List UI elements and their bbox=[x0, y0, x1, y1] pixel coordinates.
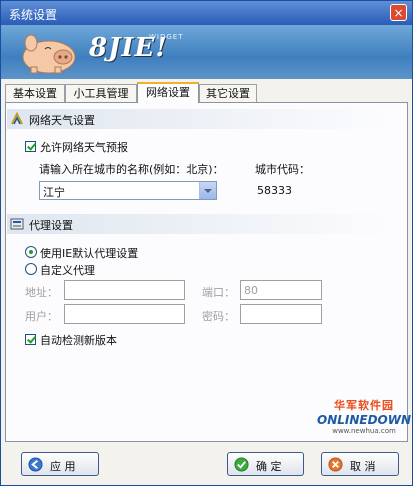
pig-logo-icon bbox=[22, 34, 76, 74]
title-bar[interactable]: 系统设置 × bbox=[1, 1, 412, 25]
cancel-label: 取 消 bbox=[350, 460, 376, 473]
city-prompt-label: 请输入所在城市的名称(例如：北京)： bbox=[39, 163, 224, 176]
password-input[interactable] bbox=[240, 304, 322, 324]
use-ie-proxy-radio[interactable] bbox=[25, 246, 37, 258]
cancel-button[interactable]: 取 消 bbox=[321, 452, 399, 476]
custom-proxy-label[interactable]: 自定义代理 bbox=[40, 262, 95, 278]
tab-widgets[interactable]: 小工具管理 bbox=[65, 84, 137, 102]
city-select[interactable]: 江宁 bbox=[39, 181, 217, 200]
watermark: 华军软件园 ONLINEDOWN www.newhua.com bbox=[317, 397, 411, 435]
checkmark-icon bbox=[234, 457, 249, 472]
user-label: 用户： bbox=[25, 310, 58, 323]
weather-settings-icon bbox=[11, 112, 23, 125]
ok-label: 确 定 bbox=[256, 460, 282, 473]
allow-weather-label[interactable]: 允许网络天气预报 bbox=[40, 139, 128, 155]
proxy-section-title: 代理设置 bbox=[29, 219, 73, 232]
proxy-settings-icon bbox=[10, 218, 24, 230]
apply-button[interactable]: 应 用 bbox=[21, 452, 99, 476]
close-button[interactable]: × bbox=[390, 4, 407, 21]
weather-section-title: 网络天气设置 bbox=[29, 114, 95, 127]
allow-weather-checkbox[interactable] bbox=[25, 141, 36, 152]
watermark-url: www.newhua.com bbox=[332, 427, 396, 435]
banner: 8JIE! WIDGET bbox=[1, 25, 412, 79]
city-code-label: 城市代码： bbox=[255, 163, 310, 176]
ok-button[interactable]: 确 定 bbox=[227, 452, 304, 476]
back-arrow-icon bbox=[28, 457, 43, 472]
tab-basic[interactable]: 基本设置 bbox=[5, 84, 65, 102]
auto-update-checkbox[interactable] bbox=[25, 334, 36, 345]
user-input[interactable] bbox=[64, 304, 185, 324]
city-select-value: 江宁 bbox=[43, 186, 65, 199]
apply-label: 应 用 bbox=[50, 460, 76, 473]
widget-label: WIDGET bbox=[149, 33, 184, 41]
port-input[interactable]: 80 bbox=[240, 280, 322, 300]
cancel-icon bbox=[328, 457, 343, 472]
address-input[interactable] bbox=[64, 280, 185, 300]
tab-network[interactable]: 网络设置 bbox=[137, 82, 199, 103]
watermark-cn: 华军软件园 bbox=[334, 399, 395, 412]
custom-proxy-radio[interactable] bbox=[25, 263, 37, 275]
city-code-value: 58333 bbox=[257, 184, 292, 197]
watermark-en: ONLINEDOWN bbox=[317, 413, 412, 427]
tab-other[interactable]: 其它设置 bbox=[199, 84, 257, 102]
weather-section-header: 网络天气设置 bbox=[7, 109, 397, 129]
port-label: 端口： bbox=[202, 286, 235, 299]
settings-window: 系统设置 × 8JIE! WIDGET 基本设置 小工具管理 网络设置 其它设置… bbox=[0, 0, 413, 486]
window-title: 系统设置 bbox=[9, 8, 58, 22]
chevron-down-icon[interactable] bbox=[199, 182, 216, 199]
auto-update-label[interactable]: 自动检测新版本 bbox=[40, 332, 117, 348]
address-label: 地址： bbox=[25, 286, 58, 299]
proxy-section-header: 代理设置 bbox=[7, 214, 397, 234]
use-ie-proxy-label[interactable]: 使用IE默认代理设置 bbox=[40, 245, 138, 261]
password-label: 密码： bbox=[202, 310, 235, 323]
